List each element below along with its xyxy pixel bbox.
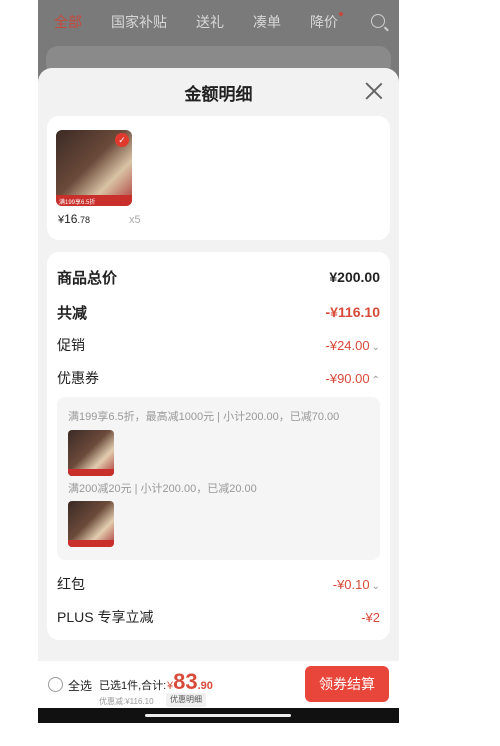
close-icon[interactable] bbox=[365, 82, 383, 100]
phone-screen: 全部 国家补贴 送礼 凑单 降价 金额明细 ✓ 满199享6.5折 ¥16.78… bbox=[38, 0, 399, 723]
chevron-down-icon: ⌄ bbox=[371, 580, 380, 592]
tab-price-drop-label: 降价 bbox=[310, 14, 338, 30]
amount-detail-sheet: 金额明细 ✓ 满199享6.5折 ¥16.78 x5 商品总价 ¥200.00 … bbox=[38, 68, 399, 723]
order-total: ¥83.90 bbox=[167, 669, 213, 695]
home-indicator[interactable] bbox=[145, 714, 291, 717]
product-thumbnail[interactable]: ✓ 满199享6.5折 bbox=[56, 130, 132, 206]
coupon-rule-1: 满199享6.5折，最高减1000元 | 小计200.00，已减70.00 bbox=[68, 411, 340, 423]
select-all-label[interactable]: 全选 bbox=[68, 677, 92, 694]
tab-gift[interactable]: 送礼 bbox=[196, 12, 224, 32]
item-price-int: 16 bbox=[64, 212, 78, 226]
item-price-dec: .78 bbox=[77, 215, 90, 225]
mini-thumb-badge bbox=[68, 469, 114, 476]
promo-row[interactable]: 促销 -¥24.00 ⌄ bbox=[57, 334, 380, 356]
notification-dot-icon bbox=[339, 12, 343, 16]
tab-national-subsidy[interactable]: 国家补贴 bbox=[111, 12, 167, 32]
tab-price-drop[interactable]: 降价 bbox=[310, 12, 343, 32]
checkout-button[interactable]: 领券结算 bbox=[305, 666, 389, 702]
category-tabs: 全部 国家补贴 送礼 凑单 降价 bbox=[38, 0, 399, 44]
price-detail-card: 商品总价 ¥200.00 共减 -¥116.10 促销 -¥24.00 ⌄ 优惠券… bbox=[47, 252, 390, 640]
coupon-value-wrap: -¥90.00 ⌃ bbox=[326, 371, 380, 386]
select-all-radio[interactable] bbox=[48, 677, 63, 692]
coupon-label: 优惠券 bbox=[57, 370, 99, 386]
item-card: ✓ 满199享6.5折 ¥16.78 x5 bbox=[47, 116, 390, 240]
saved-amount: 优惠减:¥116.10 bbox=[99, 697, 154, 706]
tab-bundle[interactable]: 凑单 bbox=[253, 12, 281, 32]
chevron-down-icon: ⌄ bbox=[371, 341, 380, 353]
coupon-product-thumbnail-2 bbox=[68, 501, 114, 547]
selected-summary: 已选1件,合计: bbox=[99, 680, 167, 692]
goods-total-value: ¥200.00 bbox=[329, 269, 380, 285]
promo-label: 促销 bbox=[57, 337, 85, 353]
total-reduce-label: 共减 bbox=[57, 304, 88, 322]
total-reduce-row: 共减 -¥116.10 bbox=[57, 301, 380, 323]
goods-total-label: 商品总价 bbox=[57, 269, 118, 287]
coupon-product-thumbnail-1 bbox=[68, 430, 114, 476]
discount-detail-button[interactable]: 优惠明细 bbox=[166, 693, 206, 707]
plus-discount-label: PLUS 专享立减 bbox=[57, 609, 154, 625]
coupon-row[interactable]: 优惠券 -¥90.00 ⌃ bbox=[57, 367, 380, 389]
item-quantity: x5 bbox=[129, 214, 141, 226]
search-icon[interactable] bbox=[371, 14, 385, 28]
coupon-rule-2: 满200减20元 | 小计200.00，已减20.00 bbox=[68, 483, 257, 495]
coupon-value: -¥90.00 bbox=[325, 370, 370, 386]
plus-discount-value: -¥2 bbox=[361, 609, 380, 625]
selected-check-icon: ✓ bbox=[115, 133, 129, 147]
coupon-detail-box: 满199享6.5折，最高减1000元 | 小计200.00，已减70.00 满2… bbox=[57, 397, 380, 560]
total-reduce-value: -¥116.10 bbox=[325, 304, 381, 320]
item-price: ¥16.78 bbox=[58, 212, 90, 226]
thumbnail-badge-text: 满199享6.5折 bbox=[59, 200, 96, 206]
redpacket-value: -¥0.10 bbox=[332, 576, 370, 592]
promo-value-wrap: -¥24.00 ⌄ bbox=[326, 338, 380, 353]
redpacket-label: 红包 bbox=[57, 576, 85, 592]
thumbnail-badge: 满199享6.5折 bbox=[56, 195, 132, 206]
home-indicator-bar bbox=[38, 708, 399, 723]
promo-value: -¥24.00 bbox=[325, 337, 370, 353]
redpacket-value-wrap: -¥0.10 ⌄ bbox=[333, 577, 380, 592]
mini-thumb-badge bbox=[68, 540, 114, 547]
goods-total-row: 商品总价 ¥200.00 bbox=[57, 266, 380, 288]
plus-discount-row: PLUS 专享立减 -¥2 bbox=[57, 606, 380, 628]
order-total-dec: .90 bbox=[197, 680, 213, 692]
redpacket-row[interactable]: 红包 -¥0.10 ⌄ bbox=[57, 573, 380, 595]
chevron-up-icon: ⌃ bbox=[371, 374, 380, 386]
order-total-int: 83 bbox=[173, 669, 198, 694]
sheet-title: 金额明细 bbox=[184, 85, 253, 104]
tab-all[interactable]: 全部 bbox=[54, 12, 82, 32]
